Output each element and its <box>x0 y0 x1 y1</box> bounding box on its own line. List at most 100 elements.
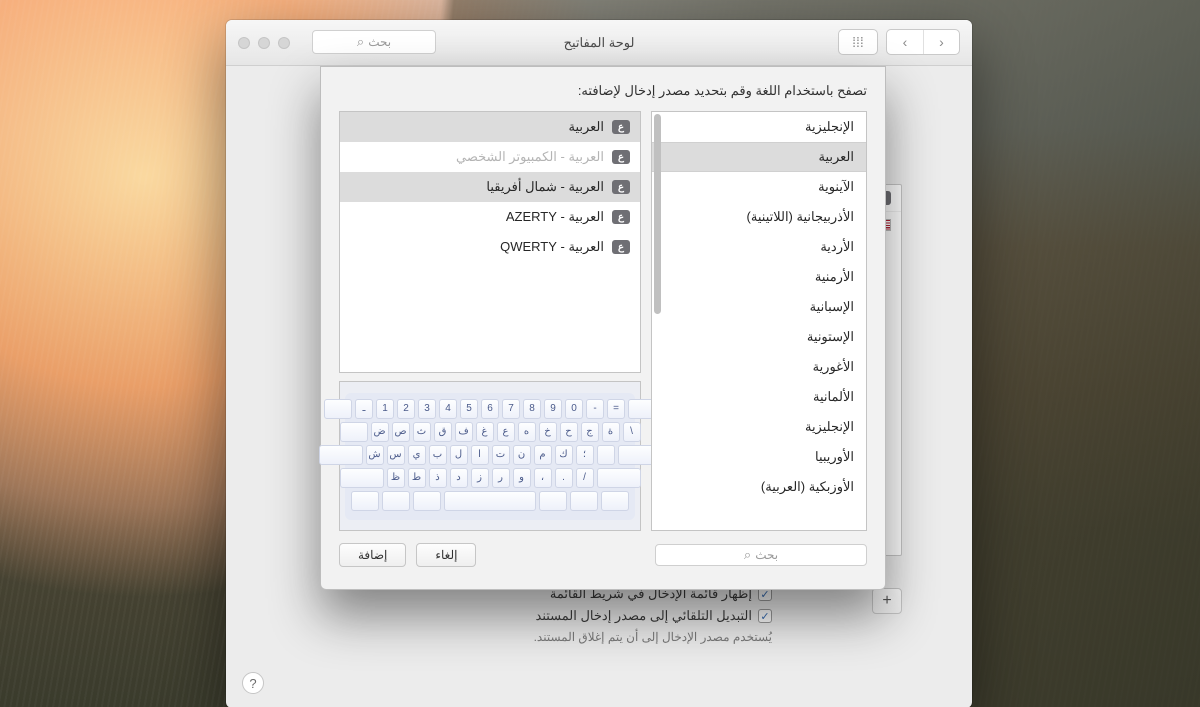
help-button[interactable]: ? <box>242 672 264 694</box>
key: ط <box>408 468 426 488</box>
key: 2 <box>397 399 415 419</box>
languages-list[interactable]: الإنجليزيةالعربيةالآينويةالأذربيجانية (ا… <box>651 111 867 531</box>
key: ش <box>366 445 384 465</box>
key: / <box>576 468 594 488</box>
key <box>324 399 352 419</box>
search-placeholder: بحث <box>755 548 778 562</box>
key: ، <box>534 468 552 488</box>
key <box>413 491 441 511</box>
key: 0 <box>565 399 583 419</box>
key <box>601 491 629 511</box>
button-label: إلغاء <box>435 548 457 562</box>
key: ق <box>434 422 452 442</box>
key: ص <box>392 422 410 442</box>
language-row[interactable]: الأذربيجانية (اللاتينية) <box>652 202 866 232</box>
language-row[interactable]: الأرمنية <box>652 262 866 292</box>
key: خ <box>539 422 557 442</box>
key: ا <box>471 445 489 465</box>
key: س <box>387 445 405 465</box>
key: ف <box>455 422 473 442</box>
arabic-badge-icon: ع <box>612 120 630 134</box>
keyboard-preview: ـ1234567890-=ضصثقفغعهخحجة\شسيبلاتنمك؛ظطذ… <box>339 381 641 531</box>
option-hint: يُستخدم مصدر الإدخال إلى أن يتم إغلاق ال… <box>534 630 772 644</box>
language-row[interactable]: الإنجليزية <box>652 412 866 442</box>
key: ظ <box>387 468 405 488</box>
cancel-button[interactable]: إلغاء <box>416 543 476 567</box>
key: ه <box>518 422 536 442</box>
language-row[interactable]: الآينوية <box>652 172 866 202</box>
arabic-badge-icon: ع <box>612 150 630 164</box>
key: ر <box>492 468 510 488</box>
show-all-button[interactable]: ⁞⁞⁞ <box>838 29 878 55</box>
grid-icon: ⁞⁞⁞ <box>852 34 864 50</box>
option-auto-switch[interactable]: ✓ التبديل التلقائي إلى مصدر إدخال المستن… <box>536 608 773 624</box>
forward-button[interactable]: › <box>923 30 959 54</box>
variant-row[interactable]: ع العربية - QWERTY <box>340 232 640 262</box>
plus-icon: + <box>882 592 891 610</box>
key: - <box>586 399 604 419</box>
add-button[interactable]: إضافة <box>339 543 406 567</box>
back-button[interactable]: ‹ <box>887 30 923 54</box>
variant-row[interactable]: عالعربية - AZERTY <box>340 202 640 232</box>
key: ع <box>497 422 515 442</box>
language-row[interactable]: الأردية <box>652 232 866 262</box>
key: ب <box>429 445 447 465</box>
key-space <box>444 491 536 511</box>
variant-label: العربية <box>568 119 604 135</box>
key: ؛ <box>576 445 594 465</box>
key: ج <box>581 422 599 442</box>
variant-row[interactable]: ع العربية <box>340 112 640 142</box>
key: غ <box>476 422 494 442</box>
language-row[interactable]: الأوزبكية (العربية) <box>652 472 866 502</box>
key: م <box>534 445 552 465</box>
key: ز <box>471 468 489 488</box>
arabic-badge-icon: ع <box>612 180 630 194</box>
language-row[interactable]: العربية <box>652 142 866 172</box>
variant-label: العربية - AZERTY <box>506 209 604 225</box>
key: ض <box>371 422 389 442</box>
variant-row[interactable]: ع العربية - شمال أفريقيا <box>340 172 640 202</box>
key: 4 <box>439 399 457 419</box>
scrollbar[interactable] <box>654 114 661 314</box>
nav-buttons: ‹ › <box>886 29 960 55</box>
add-input-source-sheet: تصفح باستخدام اللغة وقم بتحديد مصدر إدخا… <box>320 66 886 590</box>
key: ن <box>513 445 531 465</box>
option-label: التبديل التلقائي إلى مصدر إدخال المستند <box>536 608 753 624</box>
language-row[interactable]: الإستونية <box>652 322 866 352</box>
key: ي <box>408 445 426 465</box>
variant-label: العربية - الكمبيوتر الشخصي <box>456 149 604 165</box>
language-row[interactable]: الإنجليزية <box>652 112 866 142</box>
key: ذ <box>429 468 447 488</box>
key: د <box>450 468 468 488</box>
arabic-badge-icon: ع <box>612 240 630 254</box>
key <box>382 491 410 511</box>
key: ة <box>602 422 620 442</box>
language-row[interactable]: الأوريبيا <box>652 442 866 472</box>
variant-label: العربية - QWERTY <box>500 239 604 255</box>
key <box>340 422 368 442</box>
sheet-search[interactable]: بحث <box>655 544 867 566</box>
key: = <box>607 399 625 419</box>
add-source-button[interactable]: + <box>872 588 902 614</box>
language-row[interactable]: الألمانية <box>652 382 866 412</box>
button-label: إضافة <box>358 548 387 562</box>
search-icon <box>744 547 751 563</box>
key: 8 <box>523 399 541 419</box>
language-row[interactable]: الأغورية <box>652 352 866 382</box>
key: 5 <box>460 399 478 419</box>
variant-row[interactable]: ع العربية - الكمبيوتر الشخصي <box>340 142 640 172</box>
titlebar: بحث لوحة المفاتيح ⁞⁞⁞ ‹ › <box>226 20 972 66</box>
key: 9 <box>544 399 562 419</box>
key: 1 <box>376 399 394 419</box>
help-icon: ? <box>249 676 256 691</box>
language-row[interactable]: الإسبانية <box>652 292 866 322</box>
key: ل <box>450 445 468 465</box>
key: . <box>555 468 573 488</box>
key <box>570 491 598 511</box>
key: 3 <box>418 399 436 419</box>
variants-list[interactable]: عالعربيةعالعربية - الكمبيوتر الشخصيعالعر… <box>339 111 641 373</box>
key: \ <box>623 422 641 442</box>
key: و <box>513 468 531 488</box>
key: ت <box>492 445 510 465</box>
variant-label: العربية - شمال أفريقيا <box>486 179 604 195</box>
